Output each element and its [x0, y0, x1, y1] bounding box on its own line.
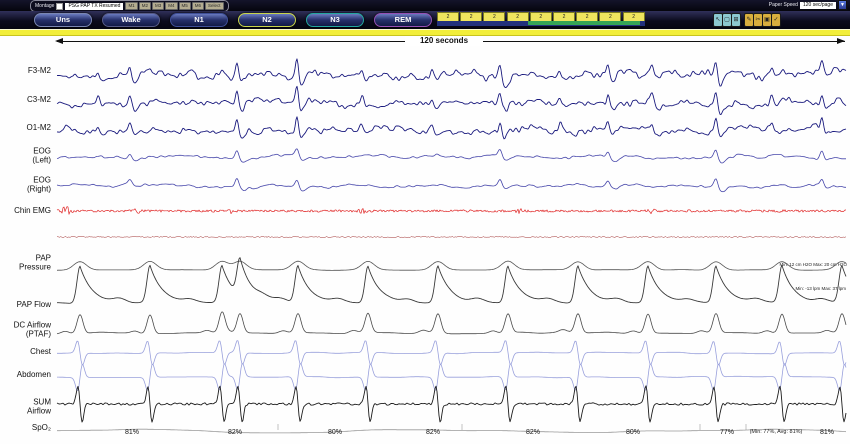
waveform-area[interactable]	[0, 0, 850, 444]
waveform-o1-m2	[57, 117, 846, 139]
waveform-chin-emg	[57, 207, 846, 215]
waveform-sum-airflow	[57, 386, 846, 422]
spo2-value: 82%	[220, 429, 250, 436]
spo2-value: 81%	[812, 429, 842, 436]
waveform-eog-left	[57, 149, 846, 163]
waveform-ecg-trace	[57, 236, 846, 237]
spo2-value: 80%	[320, 429, 350, 436]
pap-flow-minmax: Min: -13 lpm Max: 37 lpm	[795, 286, 846, 291]
waveform-chest	[57, 341, 846, 366]
waveform-f3-m2	[57, 59, 846, 88]
spo2-value: 81%	[117, 429, 147, 436]
pap-pressure-minmax: Min: 12 cm H2O Max: 20 cm H2O	[779, 262, 847, 267]
waveform-c3-m2	[57, 86, 846, 114]
waveform-abdomen	[57, 364, 846, 391]
waveform-pap-pressure	[57, 261, 846, 270]
waveform-eog-right	[57, 178, 846, 191]
spo2-minavg-label: (Min: 77%, Avg: 81%)	[735, 429, 817, 435]
spo2-value: 80%	[618, 429, 648, 436]
spo2-value: 82%	[518, 429, 548, 436]
waveform-pap-flow	[57, 258, 846, 304]
spo2-value: 82%	[418, 429, 448, 436]
psg-viewer-window: Montage PSG PAP TX Resumed M1M2M3M4M5M6S…	[0, 0, 850, 444]
waveform-dc-airflow	[57, 312, 846, 334]
